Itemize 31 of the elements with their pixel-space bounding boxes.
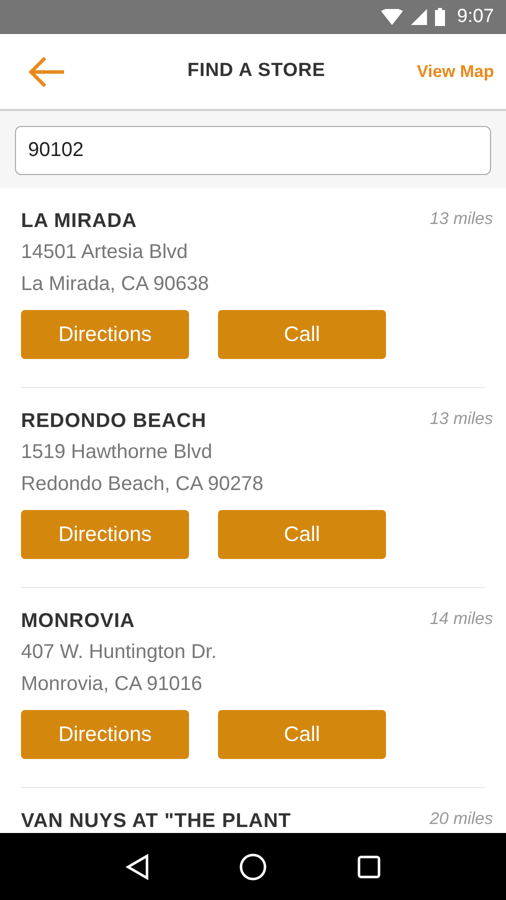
view-map-link[interactable]: View Map [416,58,494,84]
directions-button[interactable]: Directions [21,710,189,759]
store-address: 14501 Artesia Blvd [21,240,189,265]
store-distance: 20 miles [430,808,493,830]
recents-icon[interactable] [357,854,381,878]
home-icon[interactable] [239,852,267,880]
store-distance: 14 miles [430,608,493,630]
signal-icon [411,9,428,25]
call-button[interactable]: Call [218,710,386,759]
back-arrow-icon[interactable] [28,56,66,88]
store-distance: 13 miles [430,408,493,430]
store-city: La Mirada, CA 90638 [21,272,210,297]
search-field[interactable]: 90102 [15,126,491,175]
store-name: LA MIRADA [21,209,137,234]
wifi-icon [381,9,404,25]
directions-button[interactable]: Directions [21,310,189,359]
store-name: VAN NUYS AT "THE PLANT [21,809,292,833]
battery-icon [435,8,446,26]
store-city: Monrovia, CA 91016 [21,672,204,697]
store-distance: 13 miles [430,208,493,230]
store-address: 407 W. Huntington Dr. [21,640,218,665]
store-name: MONROVIA [21,609,135,634]
status-time: 9:07 [457,4,494,29]
store-address: 1519 Hawthorne Blvd [21,440,214,465]
call-button[interactable]: Call [218,510,386,559]
page-title: FIND A STORE [186,59,326,84]
back-icon[interactable] [125,854,149,880]
store-city: Redondo Beach, CA 90278 [21,472,264,497]
directions-button[interactable]: Directions [21,510,189,559]
call-button[interactable]: Call [218,310,386,359]
store-name: REDONDO BEACH [21,409,206,434]
